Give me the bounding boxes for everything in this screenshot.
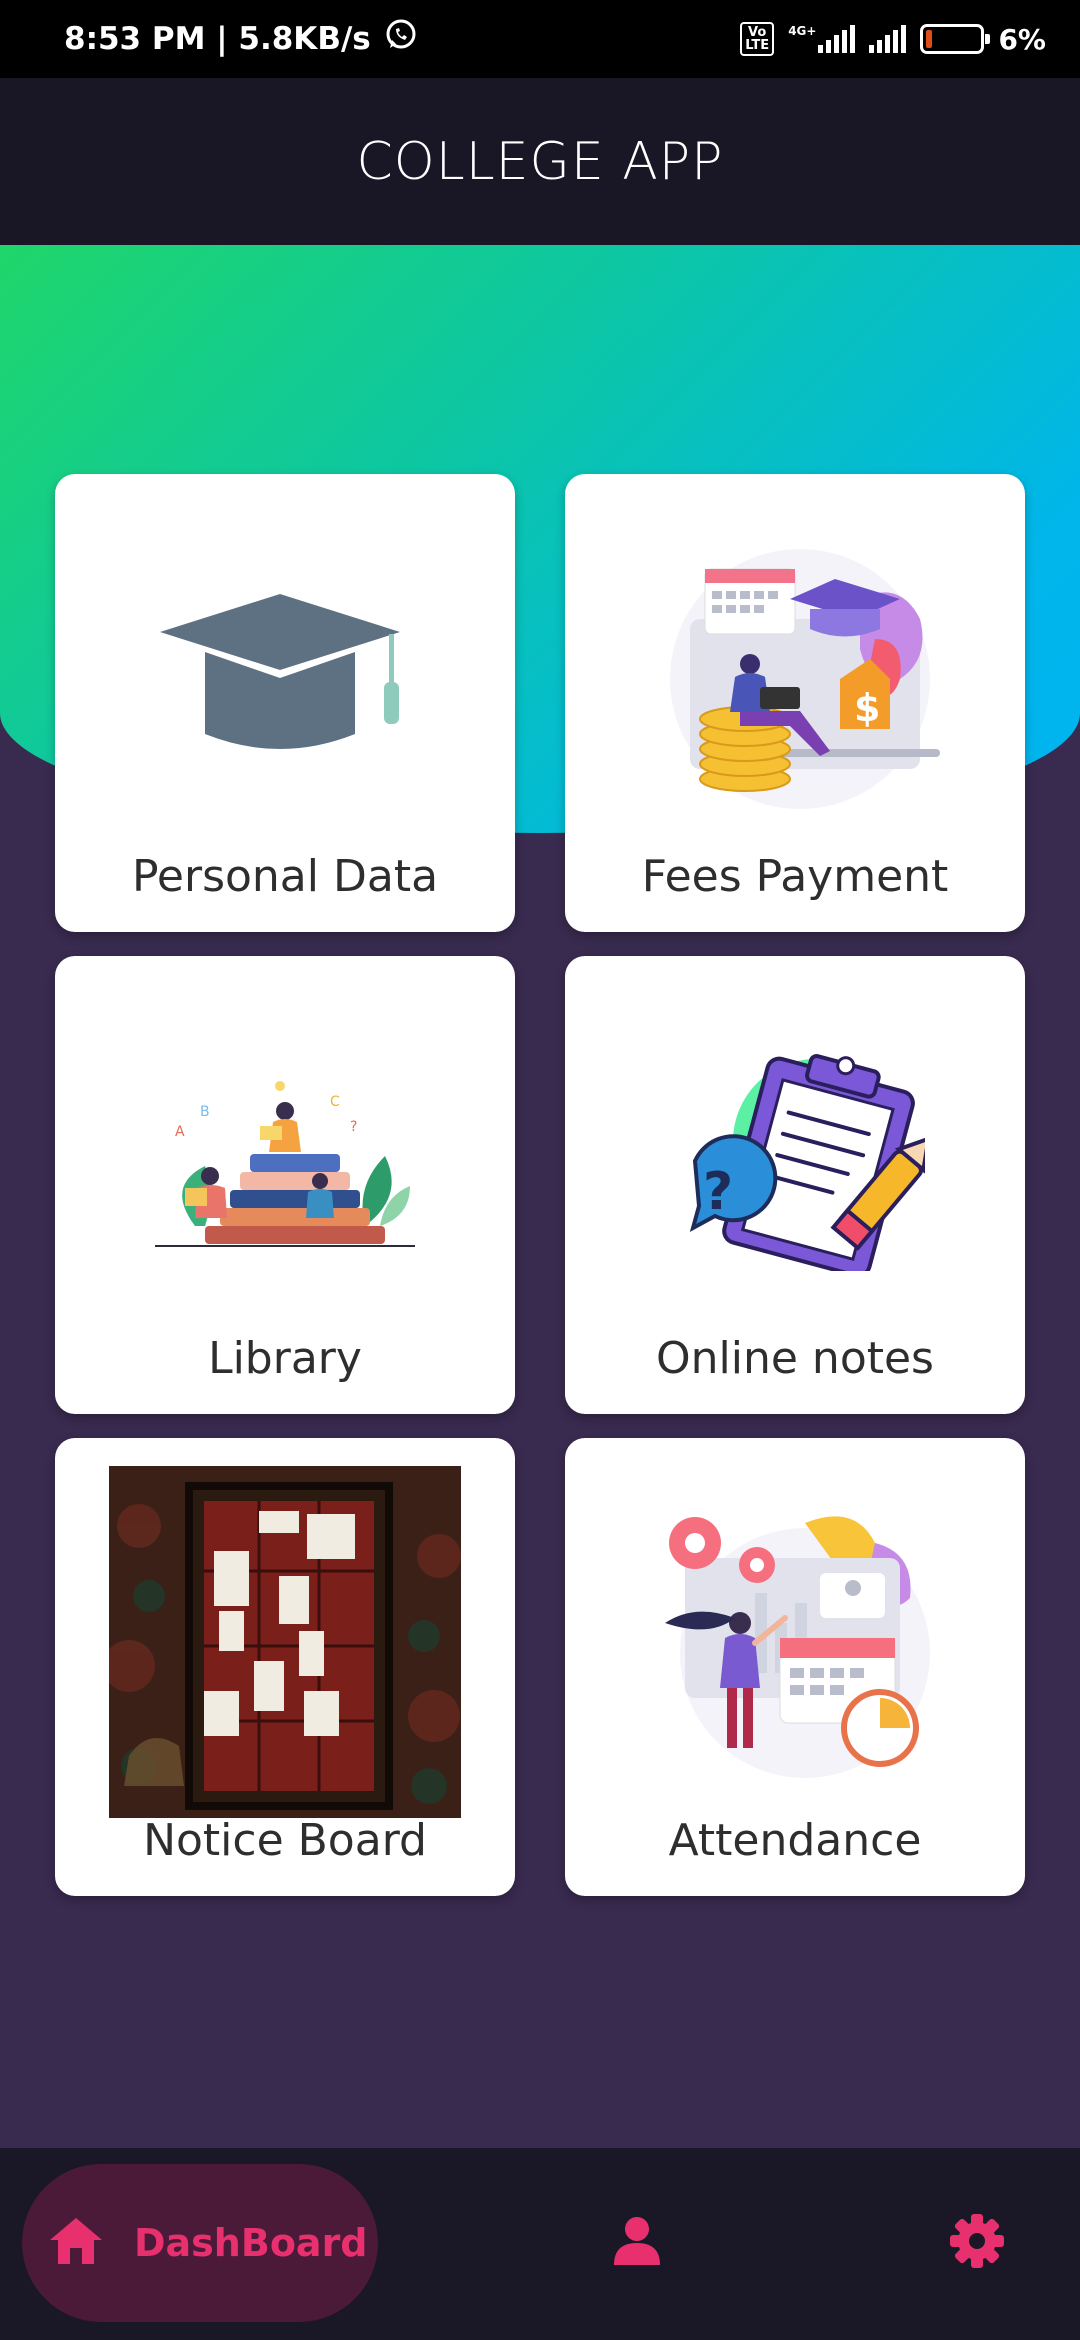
network-type: 4G+	[788, 24, 817, 38]
card-label: Library	[208, 1333, 362, 1384]
nav-settings-button[interactable]	[932, 2198, 1022, 2288]
card-notice-board[interactable]: Notice Board	[55, 1438, 515, 1896]
card-label: Notice Board	[143, 1815, 427, 1866]
nav-dashboard-label: DashBoard	[134, 2221, 368, 2265]
settings-icon	[949, 2213, 1005, 2273]
cell-signal-1: 4G+	[788, 24, 856, 53]
card-attendance[interactable]: Attendance	[565, 1438, 1025, 1896]
profile-icon	[612, 2215, 662, 2271]
card-label: Online notes	[656, 1333, 934, 1384]
card-personal-data[interactable]: Personal Data	[55, 474, 515, 932]
status-time-speed: 8:53 PM | 5.8KB/s	[64, 21, 371, 57]
volte-icon: Vo LTE	[740, 22, 775, 56]
app-title: COLLEGE APP	[356, 131, 724, 192]
card-library[interactable]: A B C ? Library	[55, 956, 515, 1414]
card-fees-payment[interactable]: $ Fees Payment	[565, 474, 1025, 932]
nav-dashboard-button[interactable]: DashBoard	[22, 2164, 378, 2322]
battery-percent: 6%	[998, 22, 1046, 56]
card-label: Attendance	[668, 1815, 922, 1866]
signal-bars-1-icon	[818, 25, 856, 53]
battery-icon	[920, 24, 991, 54]
graduation-cap-icon	[160, 594, 410, 768]
card-label: Fees Payment	[641, 851, 949, 902]
svg-text:C: C	[330, 1094, 340, 1110]
svg-text:?: ?	[703, 1162, 733, 1222]
app-bar: COLLEGE APP	[0, 78, 1080, 245]
status-right: Vo LTE 4G+ 6%	[740, 0, 1046, 78]
home-icon	[48, 2216, 104, 2270]
fees-payment-illustration: $	[650, 539, 940, 823]
signal-bars-2-icon	[869, 25, 907, 53]
notice-board-photo	[103, 1466, 461, 1818]
status-left: 8:53 PM | 5.8KB/s	[64, 0, 419, 78]
card-online-notes[interactable]: ? Online notes	[565, 956, 1025, 1414]
whatsapp-icon	[383, 17, 419, 61]
card-label: Personal Data	[131, 851, 439, 902]
library-illustration: A B C ?	[155, 1076, 415, 1260]
svg-text:B: B	[200, 1104, 210, 1120]
svg-text:A: A	[175, 1124, 185, 1140]
clipboard-notes-illustration: ?	[665, 1051, 931, 1278]
svg-text:?: ?	[350, 1119, 357, 1135]
nav-profile-button[interactable]	[592, 2198, 682, 2288]
bottom-navigation: DashBoard	[0, 2148, 1080, 2340]
svg-text:$: $	[854, 686, 880, 730]
attendance-illustration	[655, 1503, 935, 1787]
status-bar: 8:53 PM | 5.8KB/s Vo LTE 4G+ 6%	[0, 0, 1080, 78]
